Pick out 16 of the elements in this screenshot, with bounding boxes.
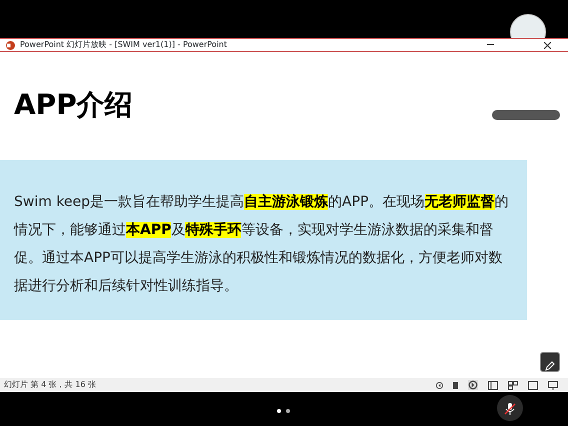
presentation-app-icon (6, 40, 15, 50)
grid-view-icon[interactable] (508, 380, 518, 390)
name-tag (492, 110, 560, 120)
slide-heading: APP介绍 (13, 87, 133, 122)
previous-icon[interactable] (436, 382, 443, 388)
minimize-icon[interactable] (487, 44, 494, 46)
microphone-icon[interactable] (497, 395, 523, 421)
window-title: PowerPoint 幻灯片放映 - [SWIM ver1(1)] - PowerPoint (20, 39, 227, 51)
page-indicator-icon (276, 408, 292, 414)
slide-counter: 幻灯片 第 4 张，共 16 张 (4, 379, 96, 391)
slideshow-icon[interactable] (548, 380, 558, 390)
reading-view-icon[interactable] (528, 380, 538, 390)
next-icon[interactable] (468, 380, 478, 390)
pen-icon[interactable] (540, 352, 560, 372)
close-icon[interactable] (544, 42, 551, 49)
normal-view-icon[interactable] (488, 380, 498, 390)
